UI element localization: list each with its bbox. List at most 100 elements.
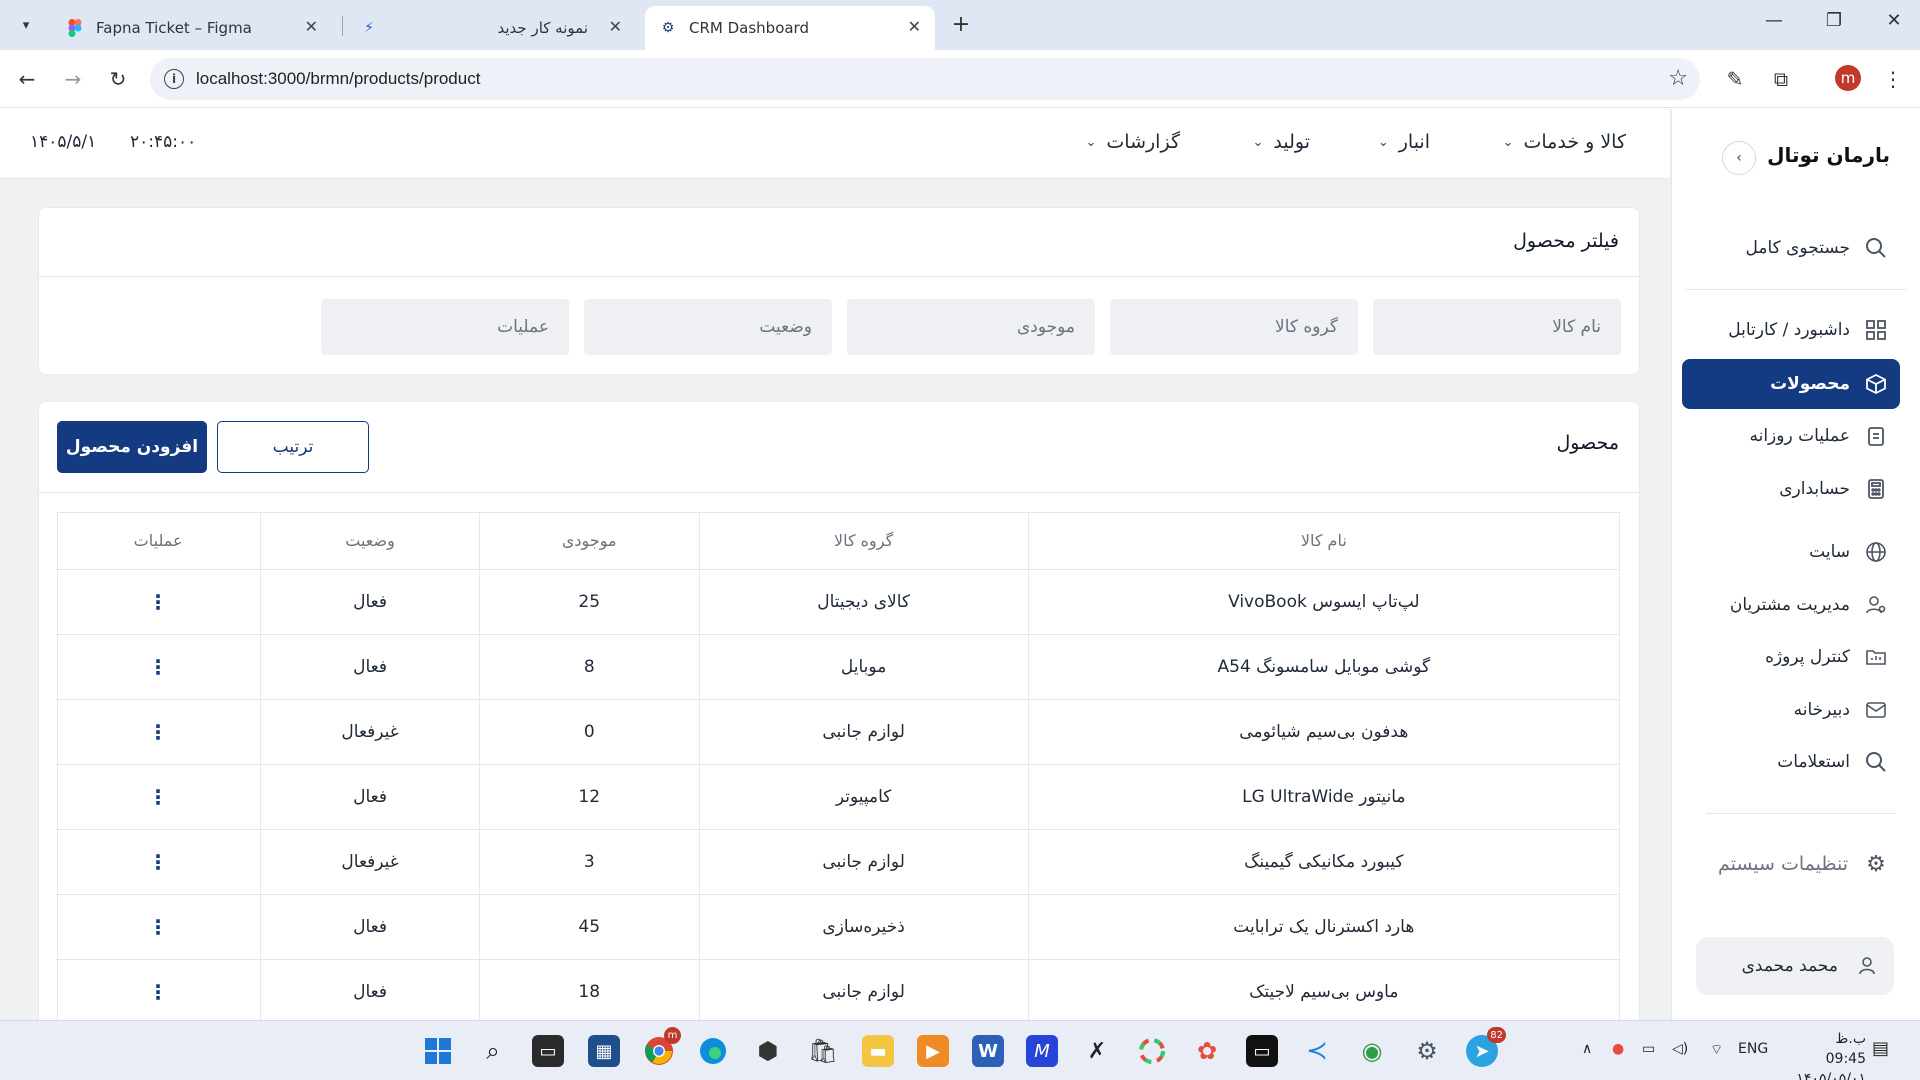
- sidebar-item-customers[interactable]: مدیریت مشتریان: [1682, 580, 1900, 630]
- cell-stock: 12: [478, 764, 700, 830]
- menu-goods-services[interactable]: کالا و خدمات ⌄: [1503, 131, 1626, 153]
- close-tab-icon[interactable]: ✕: [305, 17, 318, 36]
- column-header[interactable]: نام کالا: [1027, 513, 1619, 570]
- vscode-icon[interactable]: ≺: [1301, 1035, 1333, 1067]
- sidebar-item-daily-operations[interactable]: عملیات روزانه: [1682, 411, 1900, 461]
- sidebar-item-accounting[interactable]: حسابداری: [1682, 464, 1900, 514]
- reload-icon[interactable]: ↻: [103, 64, 133, 94]
- windows-start-icon[interactable]: [422, 1035, 454, 1067]
- sort-button[interactable]: ترتیب: [217, 421, 369, 473]
- add-product-button[interactable]: افزودن محصول: [57, 421, 207, 473]
- menu-production[interactable]: تولید ⌄: [1252, 131, 1310, 153]
- column-header[interactable]: گروه کالا: [698, 513, 1029, 570]
- file-explorer-icon[interactable]: ▬: [862, 1035, 894, 1067]
- sidebar-item-settings[interactable]: ⚙ تنظیمات سیستم: [1682, 839, 1900, 889]
- notification-icon[interactable]: ▤: [1872, 1038, 1889, 1059]
- user-card[interactable]: محمد محمدی: [1696, 937, 1894, 995]
- address-bar[interactable]: i localhost:3000/brmn/products/product ☆: [150, 58, 1700, 100]
- column-header[interactable]: موجودی: [478, 513, 700, 570]
- sidebar-item-dashboard[interactable]: داشبورد / کارتابل: [1682, 305, 1900, 355]
- colorful-app-icon[interactable]: [1136, 1035, 1168, 1067]
- more-menu-icon[interactable]: ⋮: [1878, 64, 1908, 94]
- table-row[interactable]: گوشی موبایل سامسونگ A54 موبایل 8 فعال ⋮: [56, 634, 1619, 700]
- column-header[interactable]: وضعیت: [260, 513, 480, 570]
- table-row[interactable]: هارد اکسترنال یک ترابایت ذخیره‌سازی 45 ف…: [56, 894, 1619, 960]
- filter-stock-field[interactable]: موجودی: [847, 299, 1095, 355]
- table-row[interactable]: مانیتور LG UltraWide کامپیوتر 12 فعال ⋮: [56, 764, 1619, 830]
- menu-reports[interactable]: گزارشات ⌄: [1086, 131, 1181, 153]
- vpn-icon[interactable]: ●: [1612, 1041, 1624, 1057]
- cell-group: لوازم جانبی: [698, 959, 1029, 1025]
- table-row[interactable]: لپ‌تاپ ایسوس VivoBook کالای دیجیتال 25 ف…: [56, 569, 1619, 635]
- globe-app-icon[interactable]: ◉: [1356, 1035, 1388, 1067]
- store-icon[interactable]: 🛍: [807, 1035, 839, 1067]
- chevron-down-icon: ⌄: [1377, 134, 1389, 150]
- drawing-app-icon[interactable]: ✗: [1081, 1035, 1113, 1067]
- tab-search-chevron-icon[interactable]: ▾: [12, 11, 40, 39]
- restore-icon[interactable]: ❐: [1814, 10, 1854, 31]
- more-actions-icon[interactable]: ⋮: [148, 980, 168, 1004]
- url-text[interactable]: localhost:3000/brmn/products/product: [196, 69, 480, 89]
- bookmark-star-icon[interactable]: ☆: [1668, 66, 1688, 91]
- tab-crm-dashboard[interactable]: ⚙ CRM Dashboard ✕: [645, 6, 935, 50]
- sidebar-item-site[interactable]: سایت: [1682, 527, 1900, 577]
- filter-status-field[interactable]: وضعیت: [584, 299, 832, 355]
- taskbar-clock[interactable]: ب.ظ 09:45 ۱۴۰۵/۰۵/۰۱: [1796, 1029, 1866, 1080]
- ai-app-icon[interactable]: M: [1026, 1035, 1058, 1067]
- design-app-icon[interactable]: ✿: [1191, 1035, 1223, 1067]
- sidebar-search[interactable]: جستجوی کامل: [1682, 223, 1900, 273]
- widgets-icon[interactable]: ▦: [588, 1035, 620, 1067]
- telegram-icon[interactable]: ➤ 82: [1466, 1027, 1506, 1067]
- search-icon[interactable]: ⌕: [477, 1035, 509, 1067]
- close-tab-icon[interactable]: ✕: [609, 17, 622, 36]
- new-tab-icon[interactable]: +: [948, 11, 974, 37]
- battery-icon[interactable]: ▭: [1642, 1041, 1655, 1057]
- close-tab-icon[interactable]: ✕: [908, 17, 921, 36]
- site-info-icon[interactable]: i: [164, 69, 184, 89]
- language-indicator[interactable]: ENG: [1738, 1041, 1768, 1057]
- collapse-sidebar-chevron-icon[interactable]: ›: [1722, 141, 1756, 175]
- filter-group-field[interactable]: گروه کالا: [1110, 299, 1358, 355]
- close-window-icon[interactable]: ✕: [1874, 10, 1914, 31]
- wifi-icon[interactable]: ⌔: [1710, 1041, 1723, 1059]
- table-header-row: نام کالا گروه کالا موجودی وضعیت عملیات: [56, 513, 1619, 570]
- sidebar-item-secretariat[interactable]: دبیرخانه: [1682, 685, 1900, 735]
- more-actions-icon[interactable]: ⋮: [148, 720, 168, 744]
- task-view-icon[interactable]: ▭: [532, 1035, 564, 1067]
- filter-name-field[interactable]: نام کالا: [1373, 299, 1621, 355]
- filter-operations-field[interactable]: عملیات: [321, 299, 569, 355]
- more-actions-icon[interactable]: ⋮: [148, 785, 168, 809]
- extensions-icon[interactable]: ⧉: [1766, 64, 1796, 94]
- edge-icon[interactable]: [697, 1035, 729, 1067]
- cell-actions: ⋮: [56, 829, 261, 895]
- tab-new-work[interactable]: ⚡ نمونه کار جدید ✕: [346, 6, 636, 50]
- tab-figma[interactable]: Fapna Ticket – Figma ✕: [52, 6, 332, 50]
- chrome-icon[interactable]: m: [643, 1027, 681, 1067]
- figma-icon: [66, 19, 84, 37]
- cube-app-icon[interactable]: ⬢: [752, 1035, 784, 1067]
- sidebar-item-inquiries[interactable]: استعلامات: [1682, 737, 1900, 787]
- pen-icon[interactable]: ✎: [1720, 64, 1750, 94]
- media-player-icon[interactable]: ▶: [917, 1035, 949, 1067]
- profile-avatar[interactable]: m: [1835, 65, 1861, 91]
- terminal-icon[interactable]: ▭: [1246, 1035, 1278, 1067]
- volume-icon[interactable]: ◁): [1672, 1041, 1688, 1057]
- more-actions-icon[interactable]: ⋮: [148, 655, 168, 679]
- filter-card: فیلتر محصول نام کالا گروه کالا موجودی وض…: [38, 207, 1640, 375]
- forward-icon[interactable]: →: [58, 64, 88, 94]
- minimize-icon[interactable]: —: [1754, 10, 1794, 31]
- chevron-up-icon[interactable]: ∧: [1582, 1041, 1592, 1057]
- sidebar-item-project-control[interactable]: کنترل پروژه: [1682, 632, 1900, 682]
- table-row[interactable]: هدفون بی‌سیم شیائومی لوازم جانبی 0 غیرفع…: [56, 699, 1619, 765]
- more-actions-icon[interactable]: ⋮: [148, 915, 168, 939]
- table-row[interactable]: ماوس بی‌سیم لاجیتک لوازم جانبی 18 فعال ⋮: [56, 959, 1619, 1025]
- back-icon[interactable]: ←: [12, 64, 42, 94]
- settings-app-icon[interactable]: ⚙: [1411, 1035, 1443, 1067]
- word-icon[interactable]: W: [972, 1035, 1004, 1067]
- sidebar-item-products[interactable]: محصولات: [1682, 359, 1900, 409]
- more-actions-icon[interactable]: ⋮: [148, 590, 168, 614]
- products-table: نام کالا گروه کالا موجودی وضعیت عملیات ل…: [56, 512, 1620, 1026]
- table-row[interactable]: کیبورد مکانیکی گیمینگ لوازم جانبی 3 غیرف…: [56, 829, 1619, 895]
- menu-warehouse[interactable]: انبار ⌄: [1378, 131, 1430, 153]
- more-actions-icon[interactable]: ⋮: [148, 850, 168, 874]
